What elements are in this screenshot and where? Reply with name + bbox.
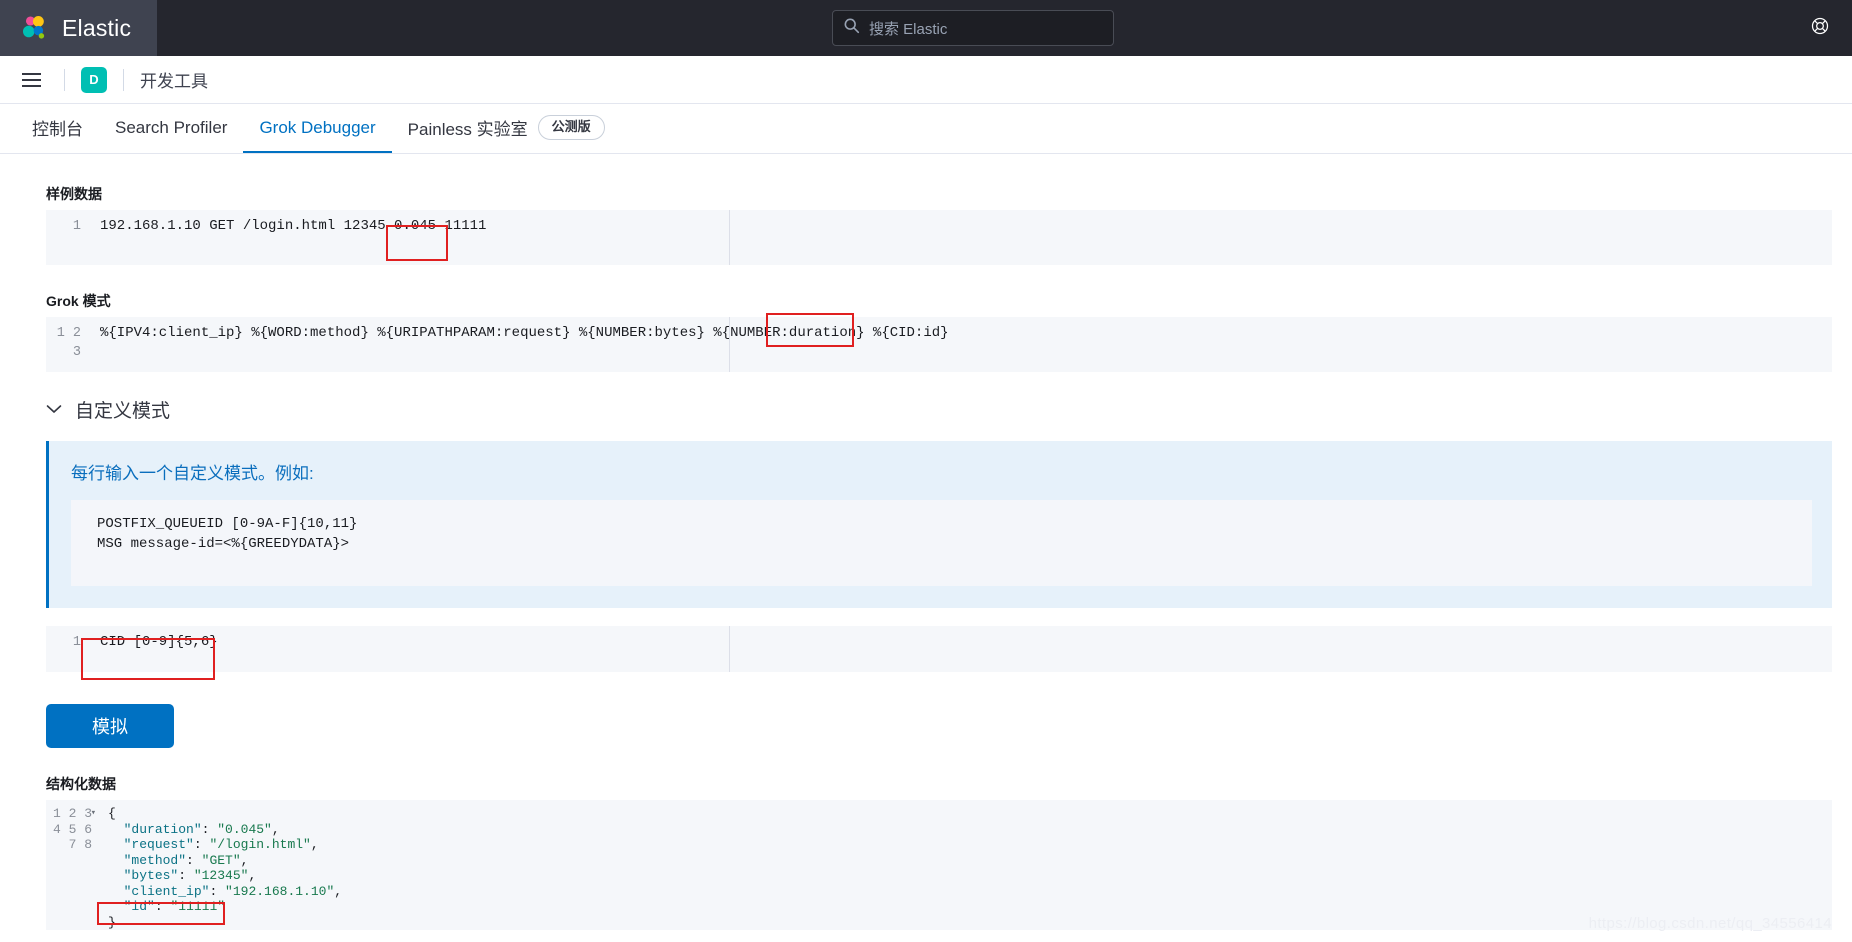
- grok-pattern-gutter: 1 2 3: [46, 317, 90, 372]
- chevron-down-icon: [46, 402, 62, 417]
- sample-data-value[interactable]: 192.168.1.10 GET /login.html 12345 0.045…: [90, 210, 1832, 265]
- custom-patterns-value[interactable]: CID [0-9]{5,6}: [90, 626, 1832, 672]
- callout-title: 每行输入一个自定义模式。例如:: [71, 464, 314, 483]
- app-breadcrumb-bar: D 开发工具: [0, 56, 1852, 104]
- grok-pattern-editor[interactable]: 1 2 3 %{IPV4:client_ip} %{WORD:method} %…: [46, 317, 1832, 372]
- custom-patterns-gutter: 1: [46, 626, 90, 672]
- simulate-button[interactable]: 模拟: [46, 704, 174, 748]
- sample-data-label: 样例数据: [46, 186, 102, 202]
- structured-data-label: 结构化数据: [46, 776, 116, 792]
- structured-data-value[interactable]: { "duration": "0.045", "request": "/logi…: [98, 800, 1832, 930]
- callout-example-code: POSTFIX_QUEUEID [0-9A-F]{10,11} MSG mess…: [71, 500, 1812, 586]
- global-header: Elastic 搜索 Elastic: [0, 0, 1852, 56]
- tab-painless-lab[interactable]: Painless 实验室 公测版: [392, 104, 621, 153]
- header-actions: [1810, 0, 1830, 56]
- custom-patterns-editor[interactable]: 1 CID [0-9]{5,6}: [46, 626, 1832, 672]
- global-search-placeholder: 搜索 Elastic: [869, 20, 948, 38]
- watermark: https://blog.csdn.net/qq_34556414: [1588, 915, 1832, 932]
- tab-search-profiler[interactable]: Search Profiler: [99, 104, 243, 153]
- grok-pattern-value[interactable]: %{IPV4:client_ip} %{WORD:method} %{URIPA…: [90, 317, 1832, 372]
- print-margin: [729, 317, 730, 372]
- tab-painless-lab-label: Painless 实验室: [407, 120, 528, 139]
- divider: [123, 68, 124, 91]
- hamburger-menu-icon[interactable]: [14, 63, 48, 97]
- global-search-input[interactable]: 搜索 Elastic: [832, 10, 1114, 46]
- space-avatar[interactable]: D: [81, 66, 107, 93]
- structured-data-gutter: 1 2 3 4 5 6 7 8 ▾: [46, 800, 98, 930]
- print-margin: [729, 210, 730, 265]
- search-icon: [843, 17, 860, 39]
- tab-grok-debugger[interactable]: Grok Debugger: [243, 104, 392, 153]
- divider: [64, 68, 65, 91]
- sample-data-editor[interactable]: 1 192.168.1.10 GET /login.html 12345 0.0…: [46, 210, 1832, 265]
- custom-patterns-accordion[interactable]: 自定义模式: [46, 396, 1832, 423]
- sample-data-gutter: 1: [46, 210, 90, 265]
- grok-debugger-form: 样例数据 1 192.168.1.10 GET /login.html 1234…: [0, 154, 1852, 930]
- tab-search-profiler-label: Search Profiler: [115, 117, 228, 137]
- fold-toggle-icon[interactable]: ▾: [91, 806, 96, 822]
- structured-data-editor[interactable]: 1 2 3 4 5 6 7 8 ▾ { "duration": "0.045", …: [46, 800, 1832, 930]
- app-root: Elastic 搜索 Elastic D 开发工具 控制台 Search Pro…: [0, 0, 1852, 942]
- brand-name: Elastic: [62, 14, 132, 41]
- dev-tools-tabs: 控制台 Search Profiler Grok Debugger Painle…: [0, 104, 1852, 154]
- elastic-logo-icon: [20, 14, 48, 42]
- print-margin: [729, 626, 730, 672]
- help-lifebuoy-icon[interactable]: [1810, 16, 1830, 41]
- custom-patterns-callout: 每行输入一个自定义模式。例如: POSTFIX_QUEUEID [0-9A-F]…: [46, 441, 1832, 608]
- page-title: 开发工具: [140, 72, 208, 91]
- grok-pattern-label: Grok 模式: [46, 293, 111, 309]
- brand-home-link[interactable]: Elastic: [0, 0, 158, 56]
- tab-console-label: 控制台: [32, 120, 83, 139]
- tab-console[interactable]: 控制台: [16, 104, 99, 153]
- beta-badge: 公测版: [537, 115, 605, 140]
- tab-grok-debugger-label: Grok Debugger: [259, 117, 376, 137]
- custom-patterns-label: 自定义模式: [75, 401, 171, 422]
